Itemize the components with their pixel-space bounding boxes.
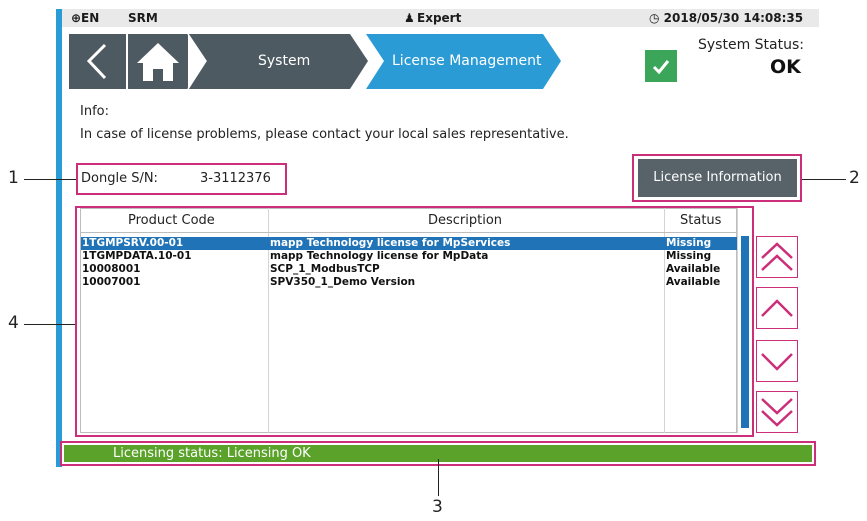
license-information-button[interactable]: License Information [638, 159, 797, 197]
table-row[interactable]: 10008001 SCP_1_ModbusTCP Available [81, 263, 737, 276]
scroll-bottom-button[interactable] [756, 391, 798, 433]
dongle-serial: 3-3112376 [200, 171, 271, 186]
cell-product-code: 1TGMPDATA.10-01 [82, 250, 192, 262]
callout-2-leader [802, 179, 846, 180]
header-status[interactable]: Status [680, 213, 721, 228]
cell-status: Missing [666, 250, 712, 262]
header-product-code[interactable]: Product Code [128, 213, 215, 228]
table-row[interactable]: 1TGMPSRV.00-01 mapp Technology license f… [81, 237, 737, 250]
table-row[interactable]: 1TGMPDATA.10-01 mapp Technology license … [81, 250, 737, 263]
cell-description: SCP_1_ModbusTCP [270, 263, 380, 275]
double-chevron-down-icon [761, 398, 793, 427]
header-description[interactable]: Description [428, 213, 502, 228]
double-chevron-up-icon [761, 242, 793, 271]
breadcrumb-label-current: License Management [392, 53, 542, 69]
cell-description: mapp Technology license for MpData [270, 250, 489, 262]
callout-1: 1 [8, 168, 19, 188]
scroll-down-button[interactable] [756, 340, 798, 382]
info-label: Info: [80, 104, 109, 119]
column-divider [737, 208, 738, 433]
cell-status: Available [666, 276, 721, 288]
dongle-label: Dongle S/N: [81, 171, 158, 186]
scroll-up-button[interactable] [756, 287, 798, 329]
breadcrumb-label-system[interactable]: System [258, 53, 310, 69]
licensing-status-text: Licensing status: Licensing OK [113, 446, 311, 461]
table-scrollbar[interactable] [741, 236, 749, 428]
callout-3-leader [438, 459, 439, 496]
cell-description: SPV350_1_Demo Version [270, 276, 416, 288]
cell-product-code: 10008001 [82, 263, 141, 275]
cell-description: mapp Technology license for MpServices [270, 237, 511, 249]
info-text: In case of license problems, please cont… [80, 127, 569, 142]
callout-3: 3 [432, 497, 443, 517]
callout-1-leader [24, 179, 76, 180]
check-icon [652, 60, 670, 75]
callout-4-leader [24, 324, 75, 325]
status-check [645, 50, 677, 82]
table-row[interactable]: 10007001 SPV350_1_Demo Version Available [81, 276, 737, 289]
callout-4: 4 [8, 313, 19, 333]
system-status-value: OK [770, 56, 801, 78]
cell-status: Missing [666, 237, 712, 249]
callout-2: 2 [849, 168, 860, 188]
scroll-top-button[interactable] [756, 236, 798, 278]
chevron-down-icon [761, 353, 793, 371]
cell-product-code: 10007001 [82, 276, 141, 288]
header-divider [80, 232, 737, 233]
cell-status: Available [666, 263, 721, 275]
system-status-title: System Status: [698, 37, 804, 53]
cell-product-code: 1TGMPSRV.00-01 [82, 237, 184, 249]
chevron-up-icon [761, 299, 793, 317]
